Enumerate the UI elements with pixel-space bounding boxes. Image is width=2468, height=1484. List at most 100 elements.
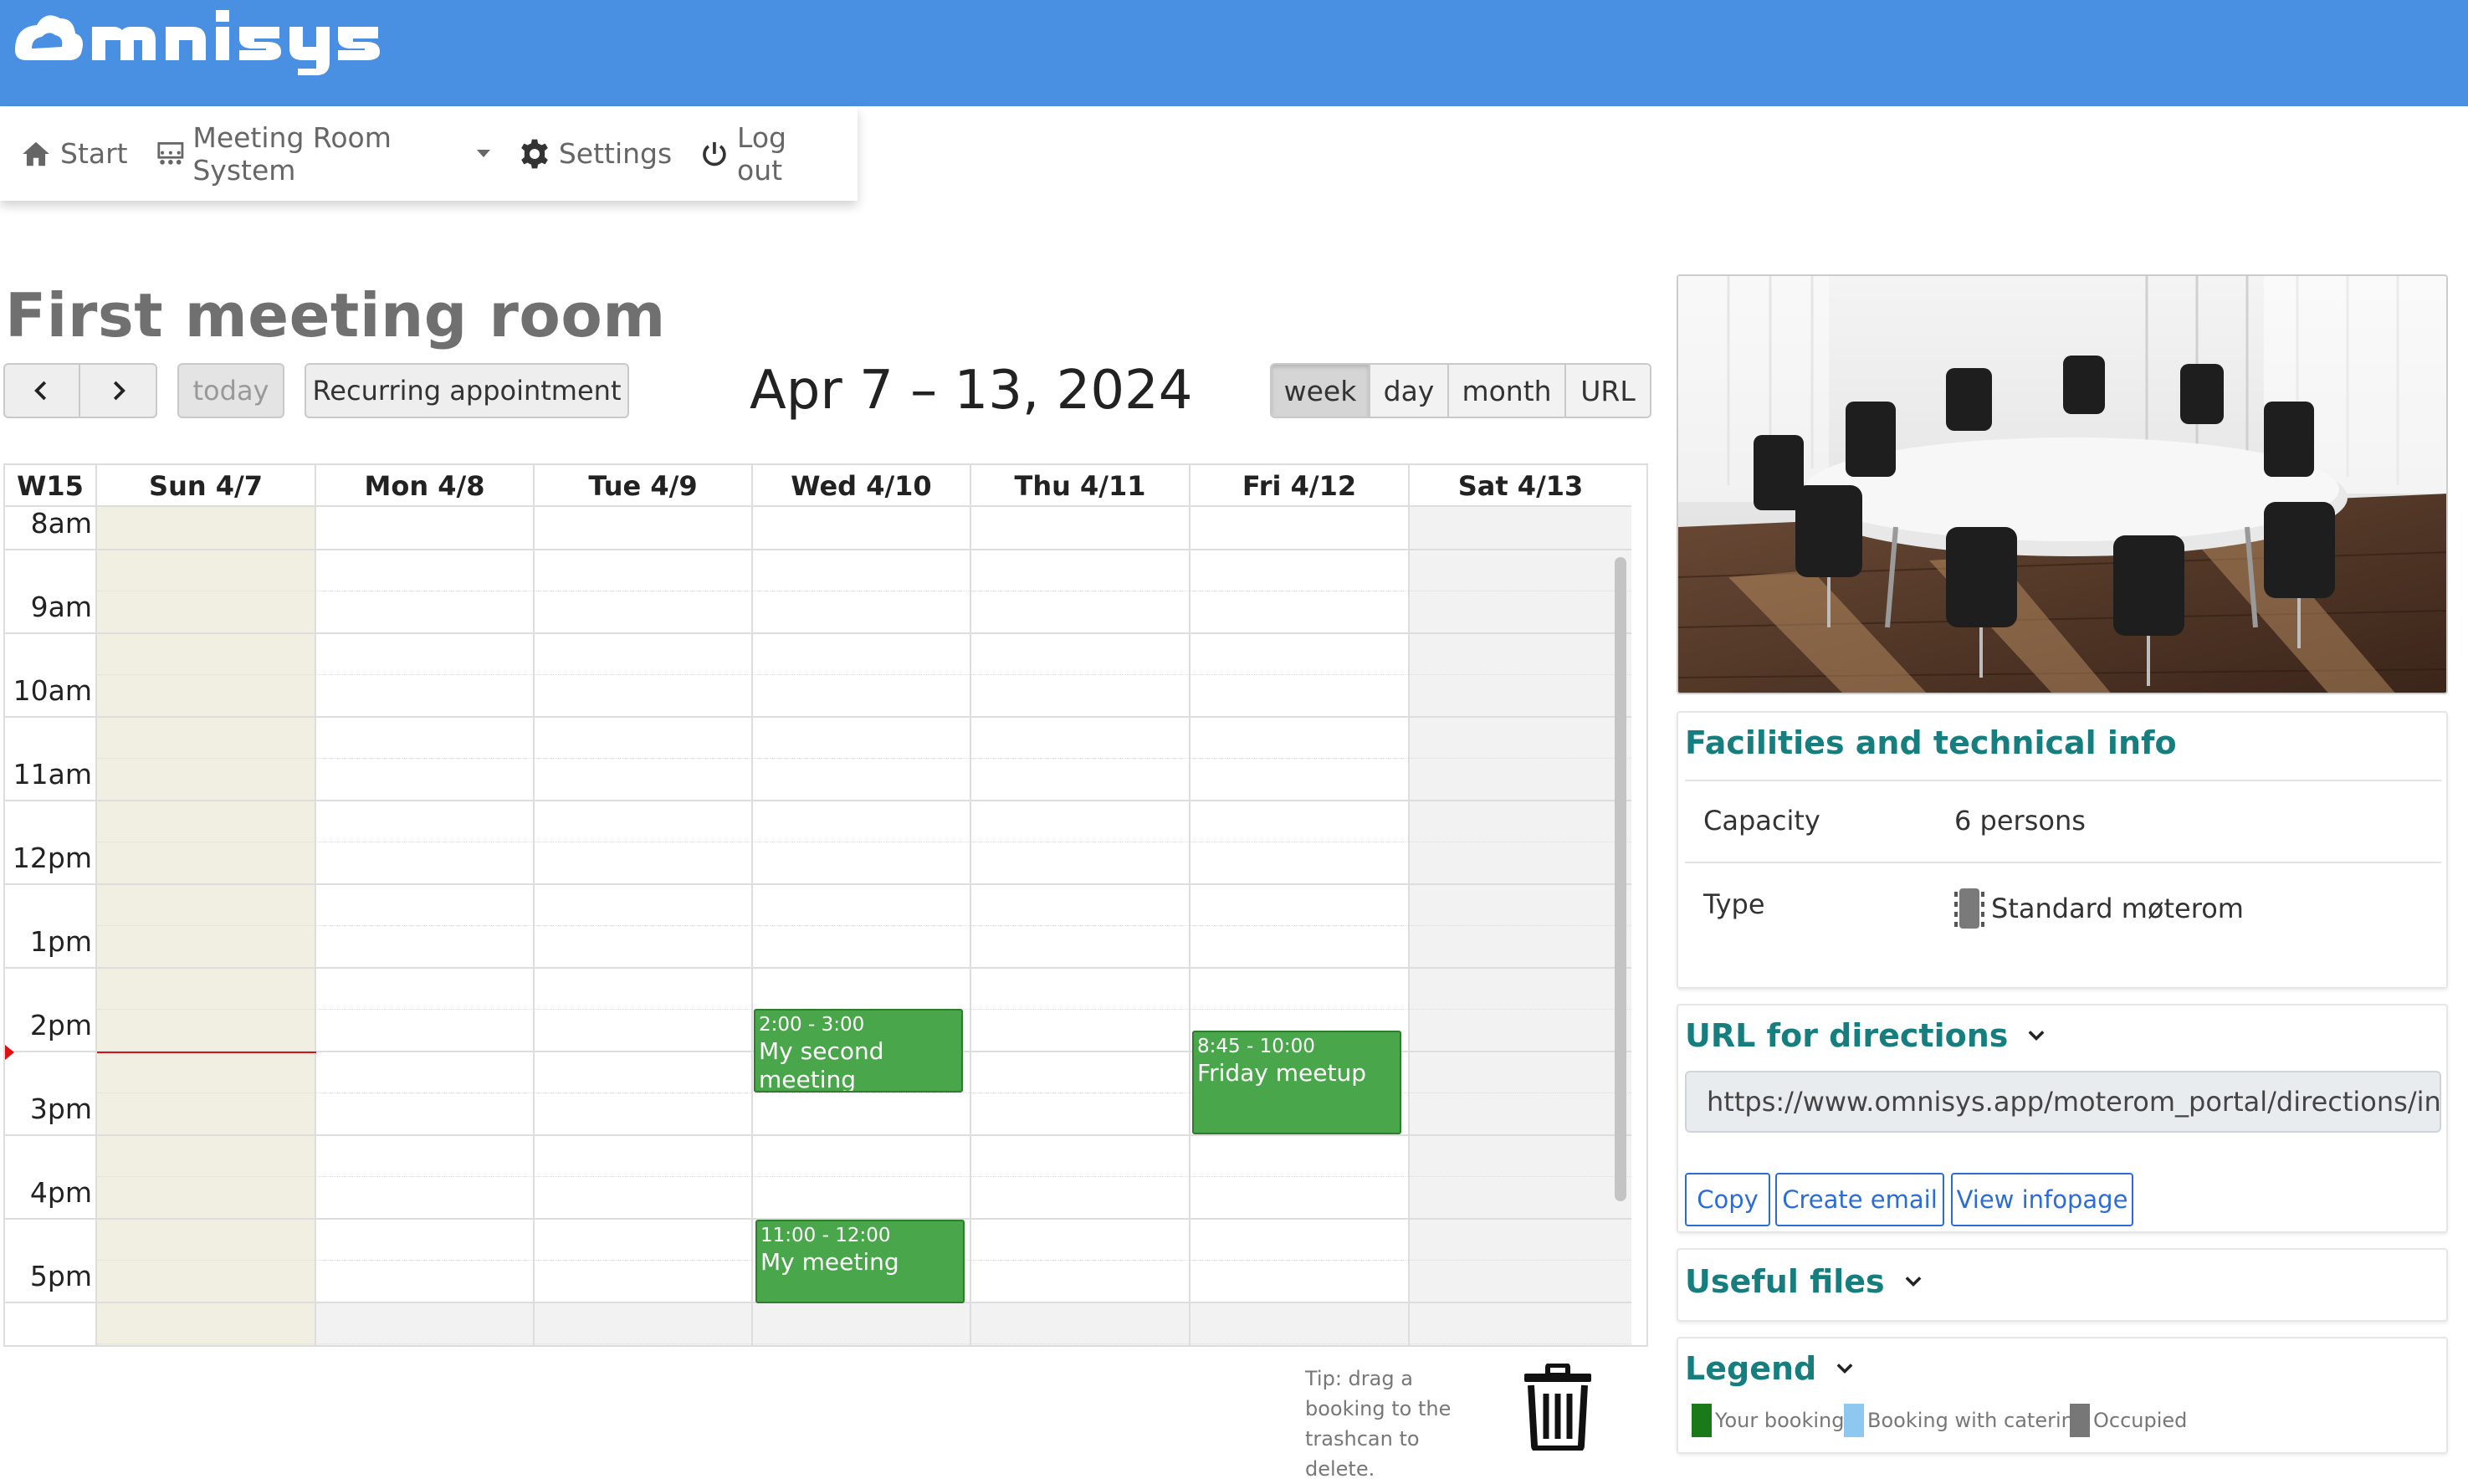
- logo-graphic: [15, 10, 380, 75]
- brand-bar: [0, 0, 2468, 106]
- trash-can[interactable]: [1521, 1363, 1595, 1452]
- next-week-button[interactable]: [79, 363, 157, 418]
- legend-catering: Booking with catering: [1844, 1404, 2087, 1437]
- hour-line: [5, 883, 1631, 885]
- chevron-down-icon: [1836, 1364, 1853, 1374]
- legend-swatch: [2070, 1404, 2090, 1437]
- legend-swatch: [1844, 1404, 1864, 1437]
- half-hour-line: [97, 758, 1631, 759]
- legend-your-booking: Your booking: [1692, 1404, 1844, 1437]
- meeting-room-icon: [157, 141, 183, 165]
- home-icon: [23, 141, 49, 166]
- type-label: Type: [1703, 888, 1765, 920]
- time-label: 2pm: [29, 1009, 92, 1041]
- hour-line: [5, 549, 1631, 550]
- useful-files-title: Useful files: [1685, 1263, 1885, 1300]
- now-indicator-line: [97, 1052, 316, 1053]
- now-indicator-arrow: [5, 1045, 14, 1060]
- view-week-button[interactable]: week: [1272, 365, 1370, 417]
- day-header: Sun 4/7: [97, 465, 316, 507]
- chevron-right-icon: [113, 381, 125, 401]
- day-header: Sat 4/13: [1457, 470, 1584, 502]
- week-number: W15: [5, 465, 97, 507]
- nav-logout-label: Log out: [737, 120, 786, 187]
- capacity-label: Capacity: [1703, 805, 1820, 837]
- half-hour-line: [97, 1176, 1631, 1177]
- half-hour-line: [97, 674, 1631, 675]
- time-label: 11am: [13, 758, 92, 791]
- power-icon: [703, 141, 726, 166]
- chevron-down-icon: [1905, 1277, 1922, 1287]
- time-label: 4pm: [29, 1176, 92, 1209]
- nav-logout[interactable]: Log out: [700, 121, 829, 187]
- time-label: 10am: [13, 674, 92, 707]
- copy-button[interactable]: Copy: [1685, 1173, 1770, 1226]
- legend-label: Your booking: [1715, 1409, 1845, 1432]
- day-header: Tue 4/9: [535, 465, 753, 507]
- chevron-down-icon: [2029, 1031, 2045, 1041]
- legend-title: Legend: [1685, 1350, 1817, 1387]
- nav-settings[interactable]: Settings: [519, 137, 672, 170]
- day-header: Mon 4/8: [316, 465, 535, 507]
- legend-toggle[interactable]: Legend: [1685, 1350, 1856, 1387]
- divider: [1685, 780, 2441, 781]
- view-url-button[interactable]: URL: [1566, 365, 1650, 417]
- directions-url-field[interactable]: https://www.omnisys.app/moterom_portal/d…: [1685, 1071, 2441, 1133]
- view-day-button[interactable]: day: [1370, 365, 1449, 417]
- date-range-title: Apr 7 – 13, 2024: [750, 360, 1193, 422]
- legend-label: Occupied: [2093, 1409, 2188, 1432]
- directions-panel: URL for directions https://www.omnisys.a…: [1677, 1004, 2448, 1233]
- time-label: 5pm: [29, 1260, 92, 1292]
- hour-line: [5, 716, 1631, 718]
- event-friday-meetup[interactable]: 8:45 - 10:00 Friday meetup: [1192, 1031, 1401, 1134]
- time-label: 12pm: [12, 842, 92, 874]
- trash-icon: [1524, 1363, 1591, 1452]
- trash-tip: Tip: drag a booking to the trashcan to d…: [1305, 1367, 1452, 1481]
- type-value-text: Standard møterom: [1991, 893, 2244, 924]
- type-value: Standard møterom: [1953, 883, 2244, 934]
- event-title: My second meeting: [759, 1037, 884, 1093]
- hour-line: [5, 1134, 1631, 1136]
- hour-line: [5, 632, 1631, 634]
- directions-toggle[interactable]: URL for directions: [1685, 1017, 2048, 1054]
- view-month-button[interactable]: month: [1449, 365, 1566, 417]
- day-header: Thu 4/11: [971, 465, 1190, 507]
- calendar-body: 8am 9am 10am 11am 12pm 1pm 2pm 3pm 4pm 5…: [5, 507, 1631, 1345]
- nav-meeting-room-label: Meeting Room System: [192, 120, 392, 187]
- view-switcher: week day month URL: [1270, 363, 1651, 418]
- omnisys-logo[interactable]: [8, 2, 393, 77]
- legend-swatch: [1692, 1404, 1712, 1437]
- half-hour-line: [97, 1343, 1631, 1344]
- nav-meeting-room-system[interactable]: Meeting Room System: [156, 121, 490, 187]
- time-label: 1pm: [29, 925, 92, 958]
- facilities-title: Facilities and technical info: [1685, 724, 2177, 761]
- facilities-panel: Facilities and technical info Capacity 6…: [1677, 711, 2448, 989]
- event-time: 11:00 - 12:00: [760, 1225, 891, 1246]
- room-photo: [1677, 274, 2448, 694]
- prev-week-button[interactable]: [3, 363, 80, 418]
- calendar-header: W15 Sun 4/7 Mon 4/8 Tue 4/9 Wed 4/10 Thu…: [5, 465, 1631, 507]
- event-title: My meeting: [760, 1248, 899, 1276]
- calendar-scrollbar[interactable]: [1615, 557, 1626, 1201]
- nav-start[interactable]: Start: [20, 137, 128, 170]
- gear-icon: [520, 139, 548, 168]
- time-label: 3pm: [29, 1093, 92, 1125]
- nav-settings-label: Settings: [558, 137, 673, 170]
- divider: [1685, 862, 2441, 863]
- today-button[interactable]: today: [177, 363, 284, 418]
- create-email-button[interactable]: Create email: [1775, 1173, 1944, 1226]
- useful-files-toggle[interactable]: Useful files: [1685, 1263, 1925, 1300]
- time-label: 9am: [30, 591, 92, 623]
- event-my-second-meeting[interactable]: 2:00 - 3:00 My second meeting: [754, 1009, 963, 1093]
- recurring-appointment-button[interactable]: Recurring appointment: [305, 363, 629, 418]
- event-time: 8:45 - 10:00: [1197, 1036, 1315, 1057]
- event-my-meeting[interactable]: 11:00 - 12:00 My meeting: [755, 1220, 965, 1303]
- room-photo-image: [1678, 276, 2446, 693]
- legend-panel: Legend Your booking Booking with caterin…: [1677, 1337, 2448, 1454]
- chevron-left-icon: [34, 381, 47, 401]
- main-navbar: Start Meeting Room System Settings Log o…: [0, 106, 858, 201]
- hour-line: [5, 967, 1631, 969]
- legend-occupied: Occupied: [2070, 1404, 2187, 1437]
- time-label: 8am: [30, 507, 92, 540]
- view-infopage-button[interactable]: View infopage: [1951, 1173, 2133, 1226]
